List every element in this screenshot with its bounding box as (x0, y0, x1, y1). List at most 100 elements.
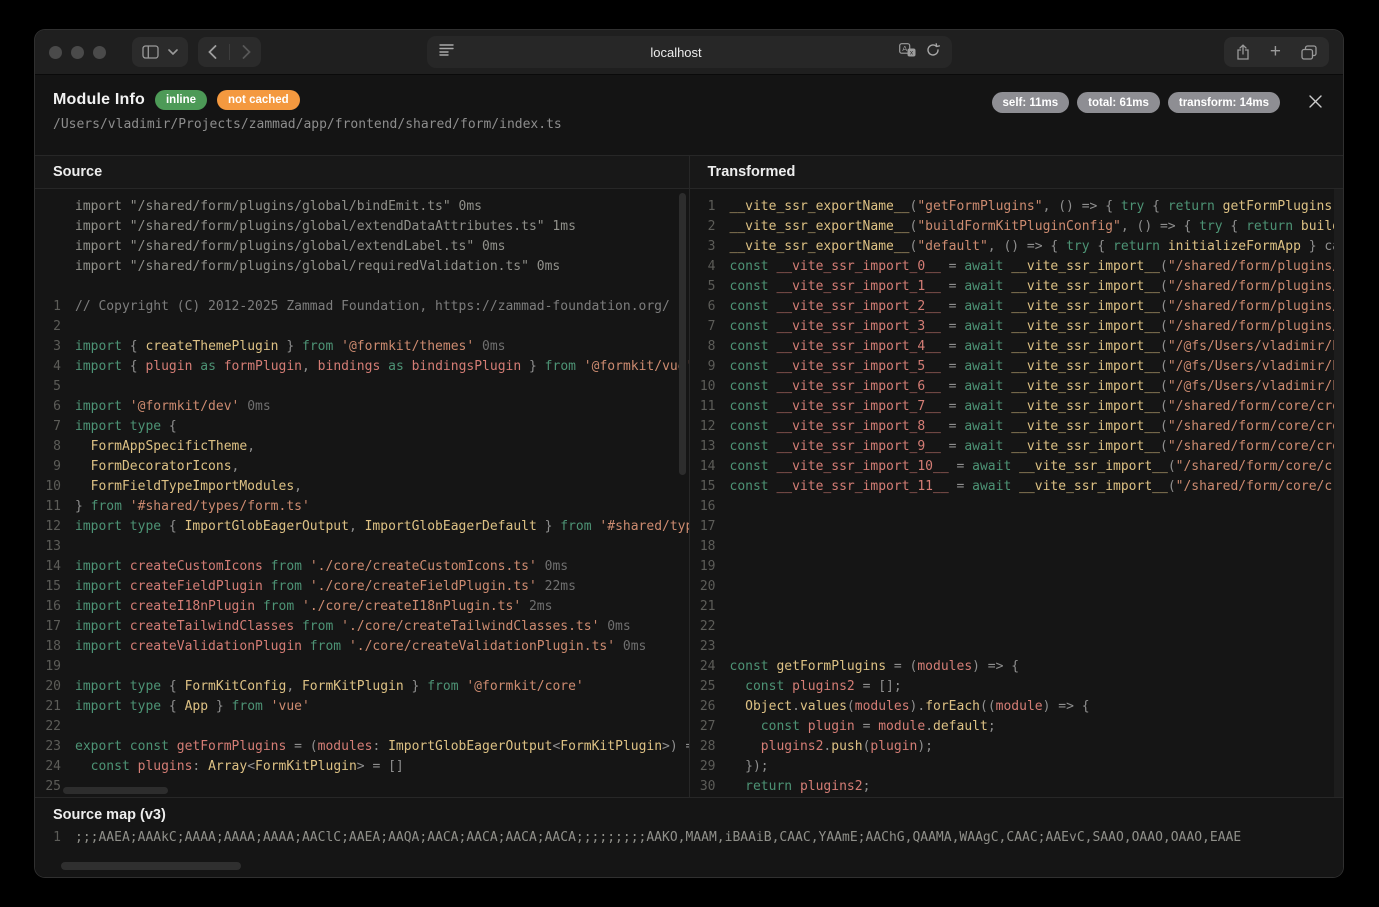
line-number: 29 (690, 757, 716, 777)
close-icon[interactable] (1304, 90, 1327, 118)
address-bar[interactable]: localhost A x (427, 36, 952, 68)
code-token: __vite_ssr_import_6__ (769, 379, 941, 394)
transformed-code-area[interactable]: 1__vite_ssr_exportName__("getFormPlugins… (690, 189, 1344, 797)
page-format-icon[interactable] (439, 43, 454, 61)
code-token: import type (75, 519, 161, 534)
code-token: from (263, 559, 302, 574)
code-token: from (302, 339, 333, 354)
line-number: 9 (690, 357, 716, 377)
code-text: import { createThemePlugin } from '@form… (75, 337, 506, 357)
code-text: const __vite_ssr_import_10__ = await __v… (730, 457, 1344, 477)
line-number: 21 (35, 697, 61, 717)
address-url[interactable]: localhost (650, 45, 701, 60)
code-token: __vite_ssr_import_1__ (769, 279, 941, 294)
sourcemap-title: Source map (v3) (35, 798, 1343, 828)
source-horizontal-scrollbar[interactable] (63, 787, 168, 794)
source-code-area[interactable]: import "/shared/form/plugins/global/bind… (35, 189, 689, 797)
code-token: createCustomIcons (122, 559, 263, 574)
code-token: ( (1160, 379, 1168, 394)
code-line: 16 (690, 497, 1344, 517)
nav-buttons (198, 37, 261, 67)
code-token: './core/createTailwindClasses.ts' (333, 619, 599, 634)
code-token: "/shared/form/core/createI18nPlugin.ts" (1168, 439, 1343, 454)
code-token: "/@fs/Users/vladimir/Projects/zammad/nod… (1168, 359, 1343, 374)
code-token: { (161, 419, 177, 434)
code-token: "/@fs/Users/vladimir/Projects/zammad/nod… (1168, 339, 1343, 354)
code-token: __vite_ssr_import_2__ (769, 299, 941, 314)
line-number: 13 (35, 537, 61, 557)
sourcemap-section: Source map (v3) 1 ;;;AAEA;AAAkC;AAAA;AAA… (35, 797, 1343, 877)
code-text: import type { (75, 417, 177, 437)
close-window-button[interactable] (49, 46, 62, 59)
code-token: __vite_ssr_import__ (1003, 299, 1160, 314)
share-icon[interactable] (1228, 37, 1258, 67)
code-token: import (75, 399, 122, 414)
code-line: 22 (690, 617, 1344, 637)
code-token: = (941, 439, 964, 454)
new-tab-button[interactable]: + (1262, 37, 1289, 67)
line-number: 7 (35, 417, 61, 437)
code-token: getFormPlugins (769, 659, 886, 674)
code-token: import (75, 559, 122, 574)
code-text: const __vite_ssr_import_2__ = await __vi… (730, 297, 1344, 317)
code-text: FormFieldTypeImportModules, (75, 477, 302, 497)
code-text: import type { App } from 'vue' (75, 697, 310, 717)
code-line: 3import { createThemePlugin } from '@for… (35, 337, 689, 357)
code-token: ImportGlobEagerOutput (388, 739, 552, 754)
code-line: 13const __vite_ssr_import_9__ = await __… (690, 437, 1344, 457)
code-token: __vite_ssr_import_0__ (769, 259, 941, 274)
code-token: const (75, 759, 130, 774)
code-token: "default" (917, 239, 987, 254)
sourcemap-horizontal-scrollbar[interactable] (61, 862, 241, 870)
code-token: } (537, 519, 560, 534)
zoom-window-button[interactable] (93, 46, 106, 59)
translate-icon[interactable]: A x (899, 43, 916, 62)
code-token: } (404, 679, 427, 694)
line-number: 28 (690, 737, 716, 757)
line-number: 23 (35, 737, 61, 757)
code-token: __vite_ssr_exportName__ (730, 199, 910, 214)
code-token: { (161, 519, 184, 534)
reload-icon[interactable] (926, 43, 940, 62)
status-badge-inline: inline (155, 90, 207, 110)
module-info-page: Module Info inline not cached /Users/vla… (35, 75, 1343, 877)
code-line: 4const __vite_ssr_import_0__ = await __v… (690, 257, 1344, 277)
code-token: __vite_ssr_import_5__ (769, 359, 941, 374)
code-token: __vite_ssr_exportName__ (730, 219, 910, 234)
line-number: 22 (690, 617, 716, 637)
code-token: 0ms (239, 399, 270, 414)
minimize-window-button[interactable] (71, 46, 84, 59)
code-token: FormFieldTypeImportModules (75, 479, 294, 494)
line-number: 23 (690, 637, 716, 657)
source-vertical-scrollbar[interactable] (679, 193, 686, 475)
back-button[interactable] (208, 45, 217, 59)
code-text: FormDecoratorIcons, (75, 457, 239, 477)
code-token: __vite_ssr_import_10__ (769, 459, 949, 474)
code-line: 7 import type { (35, 417, 689, 437)
code-token: __vite_ssr_import_4__ (769, 339, 941, 354)
code-text: import createFieldPlugin from './core/cr… (75, 577, 576, 597)
code-token: const (730, 419, 769, 434)
code-line: 12const __vite_ssr_import_8__ = await __… (690, 417, 1344, 437)
tabs-overview-icon[interactable] (1293, 37, 1325, 67)
line-number: 10 (690, 377, 716, 397)
line-number: 6 (35, 397, 61, 417)
code-token: ( (1160, 419, 1168, 434)
line-number: 20 (690, 577, 716, 597)
line-number: 19 (35, 657, 61, 677)
transformed-scrollbar-track[interactable] (1334, 189, 1343, 797)
code-text: __vite_ssr_exportName__("default", () =>… (730, 237, 1344, 257)
svg-text:A: A (902, 44, 907, 53)
line-number: 25 (690, 677, 716, 697)
line-number: 17 (35, 617, 61, 637)
code-token: (( (980, 699, 996, 714)
sidebar-toggle[interactable] (132, 37, 188, 67)
code-token: = ( (886, 659, 917, 674)
code-token: modules (855, 699, 910, 714)
code-line: 1__vite_ssr_exportName__("getFormPlugins… (690, 197, 1344, 217)
code-line: 24const getFormPlugins = (modules) => { (690, 657, 1344, 677)
line-number: 8 (690, 337, 716, 357)
forward-button[interactable] (242, 45, 251, 59)
code-token: const (730, 679, 785, 694)
code-line: 11} from '#shared/types/form.ts' (35, 497, 689, 517)
